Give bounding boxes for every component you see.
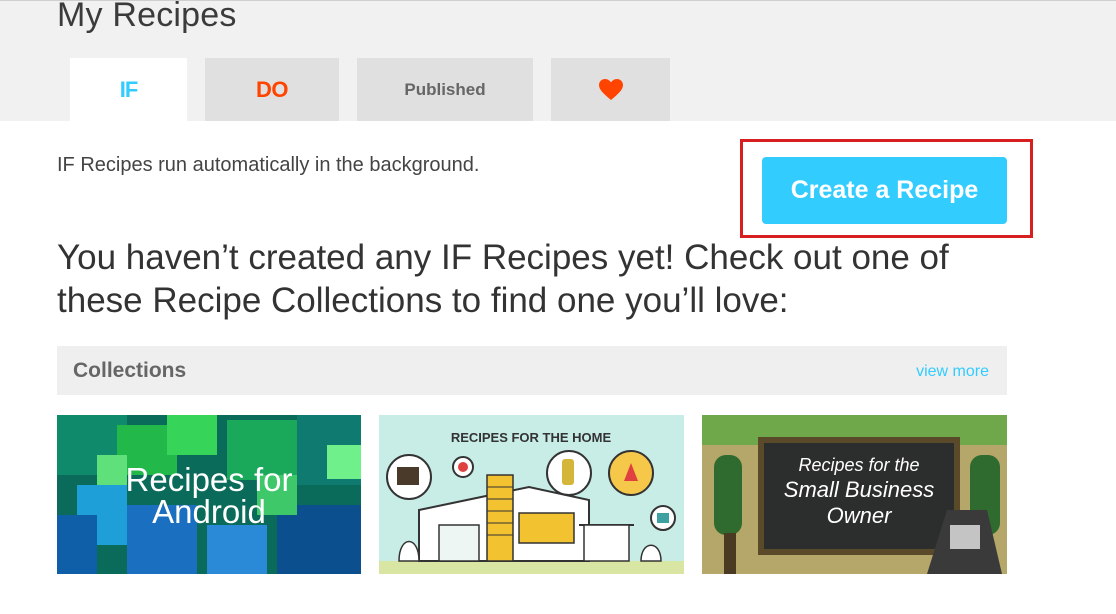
collection-card-small-business[interactable]: Recipes for the Small Business Owner xyxy=(702,415,1007,574)
small-business-collection-image: Recipes for the Small Business Owner xyxy=(702,415,1007,574)
business-card-line2: Small Business xyxy=(784,477,934,502)
tab-published-label: Published xyxy=(404,79,486,99)
tab-if-label: IF xyxy=(119,76,139,102)
tab-if[interactable]: IF xyxy=(70,58,187,121)
tab-favorites[interactable] xyxy=(551,58,670,121)
home-card-heading: RECIPES FOR THE HOME xyxy=(451,430,612,445)
heart-icon xyxy=(598,78,623,100)
create-recipe-button[interactable]: Create a Recipe xyxy=(762,157,1007,224)
android-collection-image: Recipes for Android xyxy=(57,415,361,574)
tab-do-label: DO xyxy=(256,76,289,102)
collection-card-home[interactable]: RECIPES FOR THE HOME xyxy=(379,415,684,574)
tab-do[interactable]: DO xyxy=(205,58,339,121)
collection-card-android[interactable]: Recipes for Android xyxy=(57,415,361,574)
empty-state-message: You haven’t created any IF Recipes yet! … xyxy=(57,238,949,320)
business-card-line3: Owner xyxy=(827,503,893,528)
business-card-line1: Recipes for the xyxy=(798,455,919,475)
android-card-line2: Android xyxy=(152,493,266,530)
collections-header: Collections view more xyxy=(57,346,1007,395)
collections-title: Collections xyxy=(73,359,187,382)
if-recipes-description: IF Recipes run automatically in the back… xyxy=(57,154,480,176)
tab-published[interactable]: Published xyxy=(357,58,533,121)
home-collection-image: RECIPES FOR THE HOME xyxy=(379,415,684,574)
page-title: My Recipes xyxy=(57,0,237,34)
view-more-link[interactable]: view more xyxy=(916,363,989,381)
